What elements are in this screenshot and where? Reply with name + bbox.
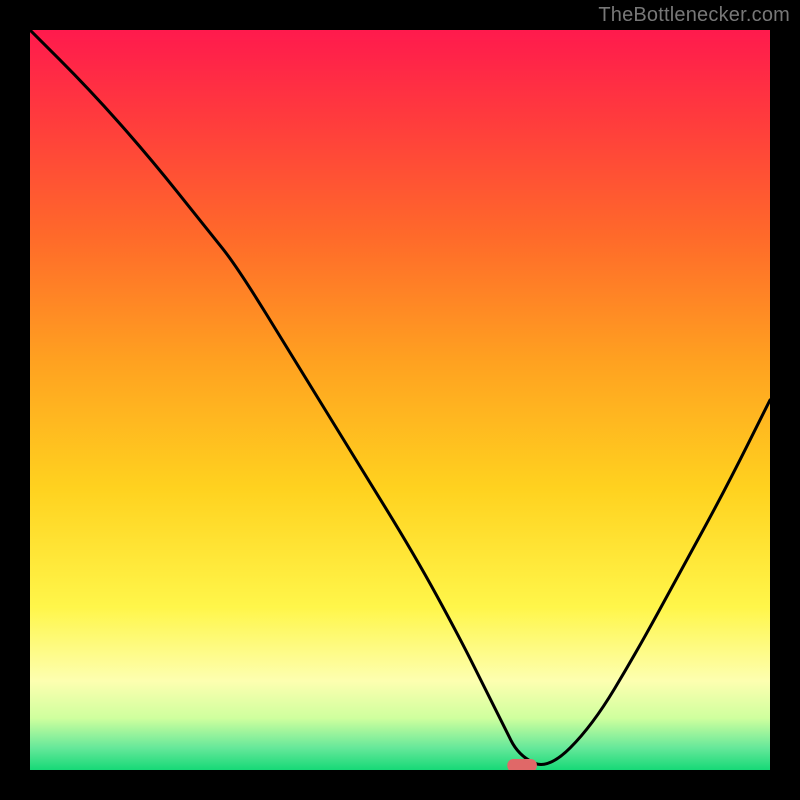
gradient-background (30, 30, 770, 770)
plot-area (30, 30, 770, 770)
attribution-label: TheBottlenecker.com (598, 4, 790, 27)
bottleneck-chart (30, 30, 770, 770)
chart-container: TheBottlenecker.com (0, 0, 800, 800)
optimal-marker (507, 759, 537, 770)
